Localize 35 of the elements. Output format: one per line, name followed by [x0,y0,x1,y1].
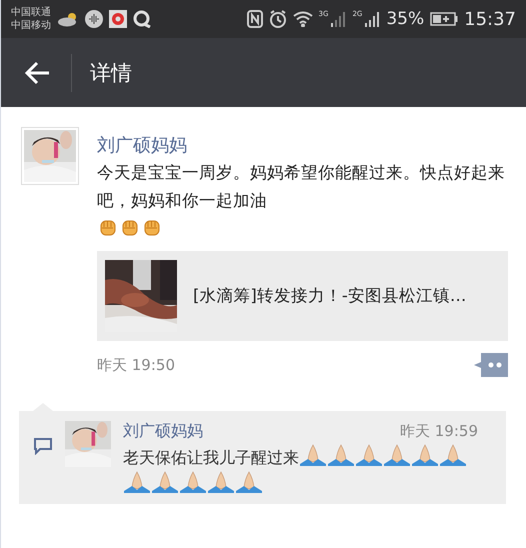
comment-icon [33,437,53,455]
praying-hands-icon [440,444,466,466]
weather-icon [57,11,79,27]
praying-hands-icon [208,471,234,493]
commenter-name[interactable]: 刘广硕妈妈 [123,421,203,442]
praying-hands-icon [412,444,438,466]
carrier-name: 中国联通 [11,6,51,19]
praying-hands-icon [124,471,150,493]
nfc-icon [246,10,263,28]
app-icon [109,10,127,28]
author-name[interactable]: 刘广硕妈妈 [97,133,508,157]
clock-time: 15:37 [464,8,516,30]
comment-time: 昨天 19:59 [400,422,478,441]
battery-percent: 35% [386,9,424,29]
praying-hands-icon [300,444,326,466]
page-title: 详情 [90,60,132,86]
signal-icon [364,11,380,27]
battery-icon [430,12,458,26]
link-card[interactable]: [水滴筹]转发接力！-安图县松江镇… [97,251,508,341]
sound-wave-icon [85,10,103,28]
link-title: [水滴筹]转发接力！-安图县松江镇… [193,285,466,307]
alarm-icon [268,10,287,28]
post-text: 今天是宝宝一周岁。妈妈希望你能醒过来。快点好起来吧，妈妈和你一起加油 [97,162,506,212]
praying-hands-icon [384,444,410,466]
comment-menu-icon[interactable] [474,353,508,377]
comment-text: 老天保佑让我儿子醒过来 [123,448,299,467]
praying-hands-icon [180,471,206,493]
praying-hands-icon [356,444,382,466]
praying-hands-icon [236,471,262,493]
praying-hands-icon [152,471,178,493]
post-time: 昨天 19:50 [97,356,175,374]
signal-icon [330,11,346,27]
wifi-icon [292,11,313,27]
praying-hands-icon [328,444,354,466]
carrier-name: 中国移动 [11,19,51,32]
